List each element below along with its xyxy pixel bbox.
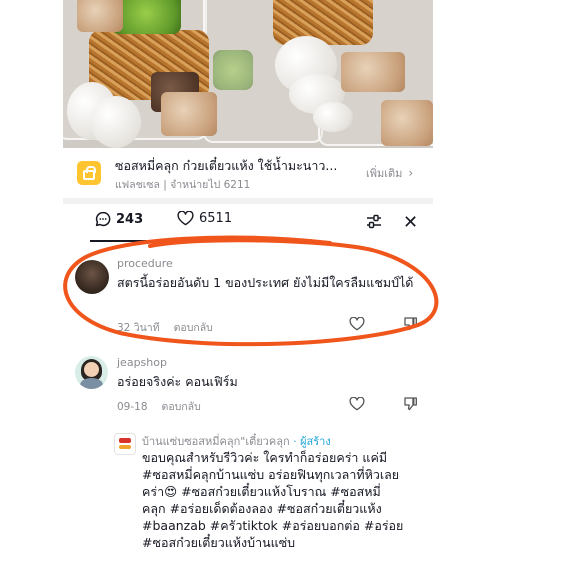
heart-outline-icon: [177, 211, 194, 226]
comment-text: ขอบคุณสำหรับรีวิวค่ะ ใครทำก็อร่อยคร่า แค…: [142, 449, 432, 551]
comment-username[interactable]: บ้านแซ่บซอสหมี่คลุก"เตี๋ยวคลุก: [142, 435, 290, 448]
food-photo: [63, 0, 433, 148]
reply-button[interactable]: ตอบกลับ: [162, 401, 201, 413]
product-more-link[interactable]: เพิ่มเติม ›: [366, 164, 413, 182]
likes-tab[interactable]: 6511: [177, 211, 232, 226]
comments-count: 243: [116, 211, 144, 227]
dislike-icon[interactable]: [403, 396, 418, 411]
comment-meta: 09-18 ตอบกลับ: [117, 398, 201, 415]
comment-text-line: คร่า😍 #ซอสก๋วยเตี๋ยวแห้งโบราณ #ซอสหมี่: [142, 484, 381, 499]
product-row[interactable]: ซอสหมี่คลุก ก๋วยเตี๋ยวแห้ง ใช้น้ำมะนาว..…: [63, 148, 433, 198]
close-icon[interactable]: ✕: [403, 212, 418, 233]
comment-text-line: ขอบคุณสำหรับรีวิวค่ะ ใครทำก็อร่อยคร่า แค…: [142, 450, 388, 465]
reply-button[interactable]: ตอบกลับ: [174, 322, 213, 334]
like-heart-icon[interactable]: [349, 317, 365, 331]
stats-row: 243 6511 ✕: [63, 204, 433, 242]
creator-badge: · ผู้สร้าง: [293, 435, 331, 448]
comment-text-line: คลุก #อร่อยเด็ดต้องลอง #ซอสก๋วยเตี๋ยวแห้…: [142, 501, 382, 516]
comments-tab[interactable]: 243: [95, 211, 143, 227]
comments-sheet: ซอสหมี่คลุก ก๋วยเตี๋ยวแห้ง ใช้น้ำมะนาว..…: [63, 0, 433, 567]
product-subtitle: แฟลชเซล | จำหน่ายไป 6211: [115, 179, 251, 191]
active-tab-indicator: [90, 240, 148, 242]
comment-bubble-icon: [95, 211, 111, 227]
avatar[interactable]: [75, 260, 109, 294]
comment-time: 32 วินาที: [117, 322, 160, 334]
comment-text-line: #ซอสหมี่คลุกบ้านแซ่บ อร่อยฟินทุกเวลาที่ห…: [142, 467, 400, 482]
comment-meta: 32 วินาที ตอบกลับ: [117, 319, 213, 336]
dislike-icon[interactable]: [403, 316, 418, 331]
likes-count: 6511: [199, 211, 233, 226]
product-title: ซอสหมี่คลุก ก๋วยเตี๋ยวแห้ง ใช้น้ำมะนาว..…: [115, 158, 338, 173]
creator-avatar[interactable]: [114, 433, 136, 455]
product-more-label: เพิ่มเติม: [366, 167, 403, 180]
comment-time: 09-18: [117, 401, 148, 413]
comment-username-row: บ้านแซ่บซอสหมี่คลุก"เตี๋ยวคลุก · ผู้สร้า…: [142, 432, 331, 450]
comment-username[interactable]: jeapshop: [117, 356, 167, 369]
comment-text-line: #baanzab #ครัวtiktok #อร่อยบอกต่อ #อร่อย: [142, 518, 404, 533]
filter-sliders-icon[interactable]: [365, 213, 383, 231]
like-heart-icon[interactable]: [349, 397, 365, 411]
avatar[interactable]: [75, 356, 108, 389]
comment-text-line: #ซอสก๋วยเตี๋ยวแห้งบ้านแซ่บ: [142, 535, 296, 550]
comment-text: อร่อยจริงค่ะ คอนเฟิร์ม: [117, 374, 238, 389]
chevron-right-icon: ›: [408, 166, 414, 180]
comment-username[interactable]: procedure: [117, 257, 173, 270]
comment-text: สตรนี้อร่อยอันดับ 1 ของประเทศ ยังไม่มีใค…: [117, 275, 414, 290]
shopping-bag-icon: [77, 161, 101, 185]
